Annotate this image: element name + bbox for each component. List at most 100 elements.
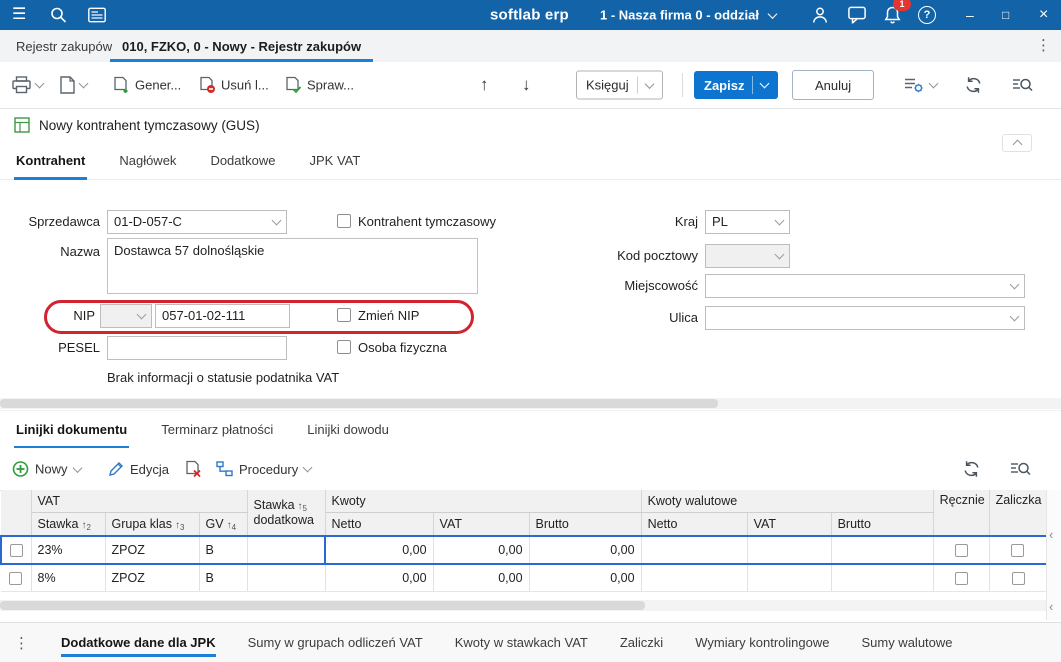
detail-refresh-button[interactable] bbox=[962, 461, 981, 478]
col-header-grupa-klas[interactable]: Grupa klas ↑3 bbox=[105, 512, 200, 537]
new-line-button[interactable]: Nowy bbox=[12, 461, 82, 478]
tab-terminarz-platnosci[interactable]: Terminarz płatności bbox=[161, 411, 273, 449]
window-maximize-button[interactable]: □ bbox=[1002, 9, 1009, 21]
cell-stawka-dodatkowa[interactable] bbox=[247, 564, 326, 592]
detail-filter-search-button[interactable] bbox=[1010, 460, 1031, 478]
kod-pocztowy-combobox[interactable] bbox=[705, 244, 790, 268]
export-document-button[interactable] bbox=[60, 76, 89, 94]
ksieguj-button[interactable]: Księguj bbox=[576, 70, 663, 100]
cancel-button[interactable]: Anuluj bbox=[792, 70, 875, 100]
col-header-zaliczka[interactable]: Zaliczka bbox=[989, 490, 1048, 537]
kraj-combobox[interactable]: PL bbox=[705, 210, 790, 234]
scrollbar-thumb[interactable] bbox=[0, 601, 645, 610]
search-icon[interactable] bbox=[50, 7, 67, 24]
tab-kwoty-w-stawkach[interactable]: Kwoty w stawkach VAT bbox=[455, 623, 588, 662]
col-header-recznie[interactable]: Ręcznie bbox=[933, 490, 990, 537]
tab-jpk-vat[interactable]: JPK VAT bbox=[309, 142, 360, 180]
chat-icon[interactable] bbox=[848, 6, 866, 24]
recznie-checkbox[interactable] bbox=[954, 572, 968, 586]
delete-line-button[interactable] bbox=[186, 460, 202, 478]
print-button[interactable] bbox=[12, 76, 45, 94]
col-header-vat[interactable]: VAT bbox=[433, 512, 530, 537]
cell-stawka-dodatkowa[interactable] bbox=[247, 535, 327, 565]
cell-netto[interactable]: 0,00 bbox=[325, 564, 434, 592]
cell-grupa[interactable]: ZPOZ bbox=[105, 564, 200, 592]
table-row[interactable]: 8% ZPOZ B 0,00 0,00 0,00 bbox=[1, 564, 1048, 592]
nip-input[interactable]: 057-01-02-111 bbox=[155, 304, 290, 328]
sprzedawca-combobox[interactable]: 01-D-057-C bbox=[107, 210, 287, 234]
cell-gv[interactable]: B bbox=[199, 535, 248, 565]
row-checkbox[interactable] bbox=[9, 544, 23, 558]
refresh-button[interactable] bbox=[964, 77, 983, 94]
col-header-stawka[interactable]: Stawka ↑2 bbox=[31, 512, 106, 537]
nazwa-textarea[interactable]: Dostawca 57 dolnośląskie bbox=[107, 238, 478, 294]
tab-dodatkowe[interactable]: Dodatkowe bbox=[210, 142, 275, 180]
delete-lines-button[interactable]: Usuń l... bbox=[200, 76, 269, 94]
help-icon[interactable]: ? bbox=[918, 6, 936, 24]
tab-sumy-walutowe[interactable]: Sumy walutowe bbox=[861, 623, 952, 662]
tab-active-document[interactable]: 010, FZKO, 0 - Nowy - Rejestr zakupów bbox=[110, 30, 374, 62]
cell-netto[interactable]: 0,00 bbox=[325, 535, 434, 565]
col-header-vat-walutowe[interactable]: VAT bbox=[747, 512, 832, 537]
cell-stawka[interactable]: 8% bbox=[31, 564, 106, 592]
nip-prefix-combobox[interactable] bbox=[100, 304, 152, 328]
save-button[interactable]: Zapisz bbox=[694, 71, 779, 99]
pesel-input[interactable] bbox=[107, 336, 287, 360]
cell-brutto[interactable]: 0,00 bbox=[529, 535, 642, 565]
cell-vat[interactable]: 0,00 bbox=[433, 535, 530, 565]
procedures-button[interactable]: Procedury bbox=[216, 461, 313, 477]
col-header-gv[interactable]: GV ↑4 bbox=[199, 512, 248, 537]
generate-button[interactable]: Gener... bbox=[114, 76, 181, 94]
cell-vat[interactable]: 0,00 bbox=[433, 564, 530, 592]
tab-strip-menu-icon[interactable]: ⋮ bbox=[1036, 36, 1051, 54]
table-row[interactable]: 23% ZPOZ B 0,00 0,00 0,00 bbox=[0, 535, 1049, 565]
check-button[interactable]: Spraw... bbox=[286, 76, 354, 94]
ulica-combobox[interactable] bbox=[705, 306, 1025, 330]
cell-stawka[interactable]: 23% bbox=[31, 535, 106, 565]
col-header-stawka-dodatkowa[interactable]: Stawka ↑5 dodatkowa bbox=[247, 490, 326, 537]
tab-linijki-dokumentu[interactable]: Linijki dokumentu bbox=[13, 411, 130, 449]
kontrahent-tymczasowy-checkbox[interactable] bbox=[337, 214, 351, 228]
zaliczka-checkbox[interactable] bbox=[1011, 572, 1025, 586]
view-settings-button[interactable] bbox=[904, 76, 939, 94]
move-up-button[interactable]: ↑ bbox=[480, 75, 489, 95]
move-down-button[interactable]: ↓ bbox=[522, 75, 531, 95]
col-header-netto[interactable]: Netto bbox=[325, 512, 434, 537]
chevron-left-icon[interactable]: ‹ bbox=[1049, 528, 1053, 541]
tab-wymiary-kontrolingowe[interactable]: Wymiary kontrolingowe bbox=[695, 623, 829, 662]
nip-label: NIP bbox=[73, 308, 95, 323]
row-checkbox[interactable] bbox=[9, 572, 23, 586]
tab-kontrahent[interactable]: Kontrahent bbox=[13, 142, 88, 180]
cell-gv[interactable]: B bbox=[199, 564, 248, 592]
form-horizontal-scrollbar bbox=[0, 398, 1061, 409]
bottom-bar-menu-icon[interactable]: ⋮ bbox=[14, 634, 29, 652]
scrollbar-thumb[interactable] bbox=[0, 399, 718, 408]
tab-sumy-w-grupach[interactable]: Sumy w grupach odliczeń VAT bbox=[248, 623, 423, 662]
recznie-checkbox[interactable] bbox=[954, 544, 968, 558]
zmien-nip-checkbox[interactable] bbox=[337, 308, 351, 322]
window-minimize-button[interactable]: – bbox=[966, 8, 974, 22]
window-close-button[interactable]: × bbox=[1039, 7, 1048, 23]
tab-linijki-dowodu[interactable]: Linijki dowodu bbox=[307, 411, 389, 449]
tab-naglowek[interactable]: Nagłówek bbox=[119, 142, 176, 180]
filter-search-button[interactable] bbox=[1012, 76, 1033, 94]
col-header-netto-walutowe[interactable]: Netto bbox=[641, 512, 748, 537]
miejscowosc-combobox[interactable] bbox=[705, 274, 1025, 298]
zaliczka-checkbox[interactable] bbox=[1011, 544, 1025, 558]
cell-grupa[interactable]: ZPOZ bbox=[105, 535, 200, 565]
select-all-header-cell[interactable] bbox=[1, 490, 32, 537]
cell-brutto[interactable]: 0,00 bbox=[529, 564, 642, 592]
news-icon[interactable] bbox=[88, 7, 106, 23]
col-header-brutto-walutowe[interactable]: Brutto bbox=[831, 512, 934, 537]
osoba-fizyczna-checkbox[interactable] bbox=[337, 340, 351, 354]
user-icon[interactable] bbox=[812, 7, 828, 24]
col-header-brutto[interactable]: Brutto bbox=[529, 512, 642, 537]
tab-zaliczki[interactable]: Zaliczki bbox=[620, 623, 663, 662]
company-selector[interactable]: 1 - Nasza firma 0 - oddział bbox=[600, 8, 778, 23]
tab-dodatkowe-dane-jpk[interactable]: Dodatkowe dane dla JPK bbox=[61, 623, 216, 662]
hamburger-menu-icon[interactable]: ☰ bbox=[12, 7, 26, 23]
chevron-left-icon[interactable]: ‹ bbox=[1049, 600, 1053, 613]
notifications-bell-icon[interactable]: 1 bbox=[884, 0, 911, 24]
edit-line-button[interactable]: Edycja bbox=[108, 461, 169, 477]
tab-rejestr-zakupow[interactable]: Rejestr zakupów bbox=[16, 30, 112, 62]
